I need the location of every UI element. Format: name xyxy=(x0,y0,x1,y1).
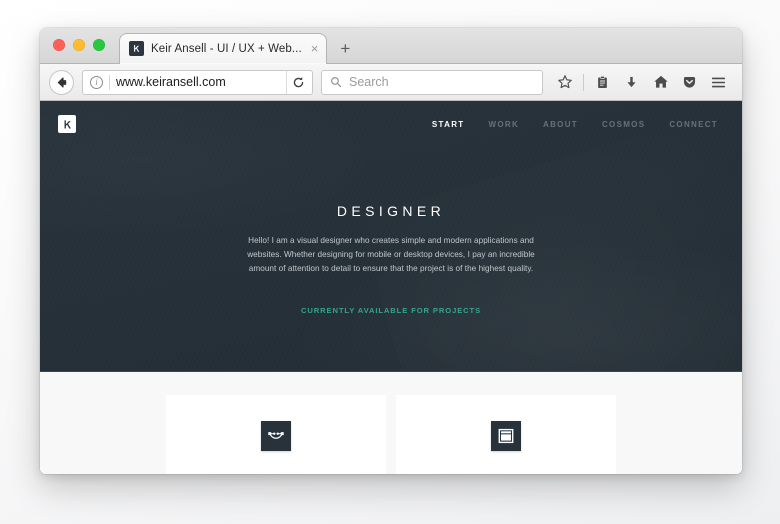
reload-button[interactable] xyxy=(286,70,310,94)
home-icon[interactable] xyxy=(647,69,674,95)
search-bar[interactable]: Search xyxy=(321,69,543,95)
nav-item-work[interactable]: WORK xyxy=(489,120,520,129)
url-bar[interactable]: i www.keiransell.com xyxy=(82,69,313,95)
browser-tab[interactable]: Keir Ansell - UI / UX + Web... × xyxy=(119,33,328,64)
bookmark-star-icon[interactable] xyxy=(551,69,578,95)
nav-item-start[interactable]: START xyxy=(432,120,465,129)
url-divider xyxy=(109,74,110,90)
nav-item-cosmos[interactable]: COSMOS xyxy=(602,120,645,129)
reload-icon xyxy=(293,76,304,87)
url-input[interactable]: www.keiransell.com xyxy=(116,75,280,89)
search-input[interactable]: Search xyxy=(349,75,389,89)
downloads-icon[interactable] xyxy=(618,69,645,95)
availability-cta[interactable]: CURRENTLY AVAILABLE FOR PROJECTS xyxy=(40,306,742,315)
reading-list-icon[interactable] xyxy=(589,69,616,95)
hero-title: DESIGNER xyxy=(336,203,446,219)
menu-hamburger-icon[interactable] xyxy=(705,69,732,95)
close-icon[interactable]: × xyxy=(309,42,321,55)
hero-section: START WORK ABOUT COSMOS CONNECT DESIGNER… xyxy=(40,101,742,372)
new-tab-button[interactable]: + xyxy=(331,33,359,63)
browser-window: Keir Ansell - UI / UX + Web... × + i www… xyxy=(40,28,742,474)
desktop-backdrop: Keir Ansell - UI / UX + Web... × + i www… xyxy=(0,0,780,524)
bezier-path-icon xyxy=(261,421,291,451)
browser-tab-strip: Keir Ansell - UI / UX + Web... × + xyxy=(40,28,742,64)
site-navigation: START WORK ABOUT COSMOS CONNECT xyxy=(432,120,720,129)
nav-item-connect[interactable]: CONNECT xyxy=(669,120,718,129)
info-icon[interactable]: i xyxy=(90,75,103,89)
hero-content: DESIGNER Hello! I am a visual designer w… xyxy=(40,133,742,315)
card-web[interactable] xyxy=(396,395,616,474)
page-viewport: START WORK ABOUT COSMOS CONNECT DESIGNER… xyxy=(40,101,742,474)
k-logo-favicon xyxy=(129,41,144,56)
browser-tab-title: Keir Ansell - UI / UX + Web... xyxy=(151,42,302,55)
window-controls xyxy=(40,28,117,63)
cards-section xyxy=(40,372,742,474)
hero-paragraph: Hello! I am a visual designer who create… xyxy=(247,236,535,274)
toolbar-divider xyxy=(583,73,584,91)
k-logo-icon[interactable] xyxy=(58,115,76,133)
back-button[interactable] xyxy=(49,69,74,95)
browser-window-icon xyxy=(491,421,521,451)
nav-item-about[interactable]: ABOUT xyxy=(543,120,578,129)
magnifier-icon xyxy=(331,77,342,88)
maximize-window-button[interactable] xyxy=(93,39,105,51)
back-arrow-icon xyxy=(57,76,67,88)
browser-toolbar: i www.keiransell.com Search xyxy=(40,64,742,101)
site-header: START WORK ABOUT COSMOS CONNECT xyxy=(40,101,742,133)
minimize-window-button[interactable] xyxy=(73,39,85,51)
close-window-button[interactable] xyxy=(53,39,65,51)
pocket-icon[interactable] xyxy=(676,69,703,95)
toolbar-icon-group xyxy=(551,69,732,95)
card-design[interactable] xyxy=(166,395,386,474)
